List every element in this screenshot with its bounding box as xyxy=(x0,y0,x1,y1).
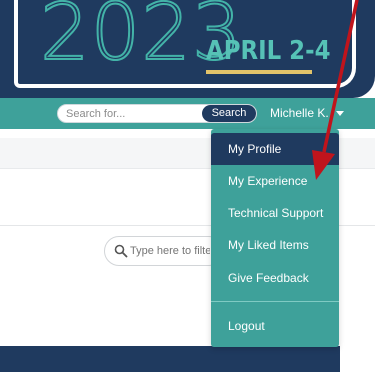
footer-band xyxy=(0,346,340,372)
search-icon xyxy=(114,244,128,258)
menu-item-my-liked-items[interactable]: My Liked Items xyxy=(211,229,339,261)
user-menu-toggle[interactable]: Michelle K. xyxy=(270,105,329,122)
banner-dates-underline xyxy=(206,70,312,74)
filter-input[interactable] xyxy=(130,243,210,259)
menu-item-technical-support[interactable]: Technical Support xyxy=(211,197,339,229)
search-input[interactable] xyxy=(66,106,196,121)
menu-item-logout[interactable]: Logout xyxy=(211,310,339,342)
banner-dates: APRIL 2-4 xyxy=(206,36,331,66)
menu-item-give-feedback[interactable]: Give Feedback xyxy=(211,262,339,294)
search-button[interactable]: Search xyxy=(202,105,256,122)
chevron-down-icon[interactable] xyxy=(336,111,344,116)
menu-divider xyxy=(211,301,339,302)
conference-banner: 2023 APRIL 2-4 xyxy=(0,0,375,98)
menu-item-my-profile[interactable]: My Profile xyxy=(211,133,339,165)
menu-item-my-experience[interactable]: My Experience xyxy=(211,165,339,197)
